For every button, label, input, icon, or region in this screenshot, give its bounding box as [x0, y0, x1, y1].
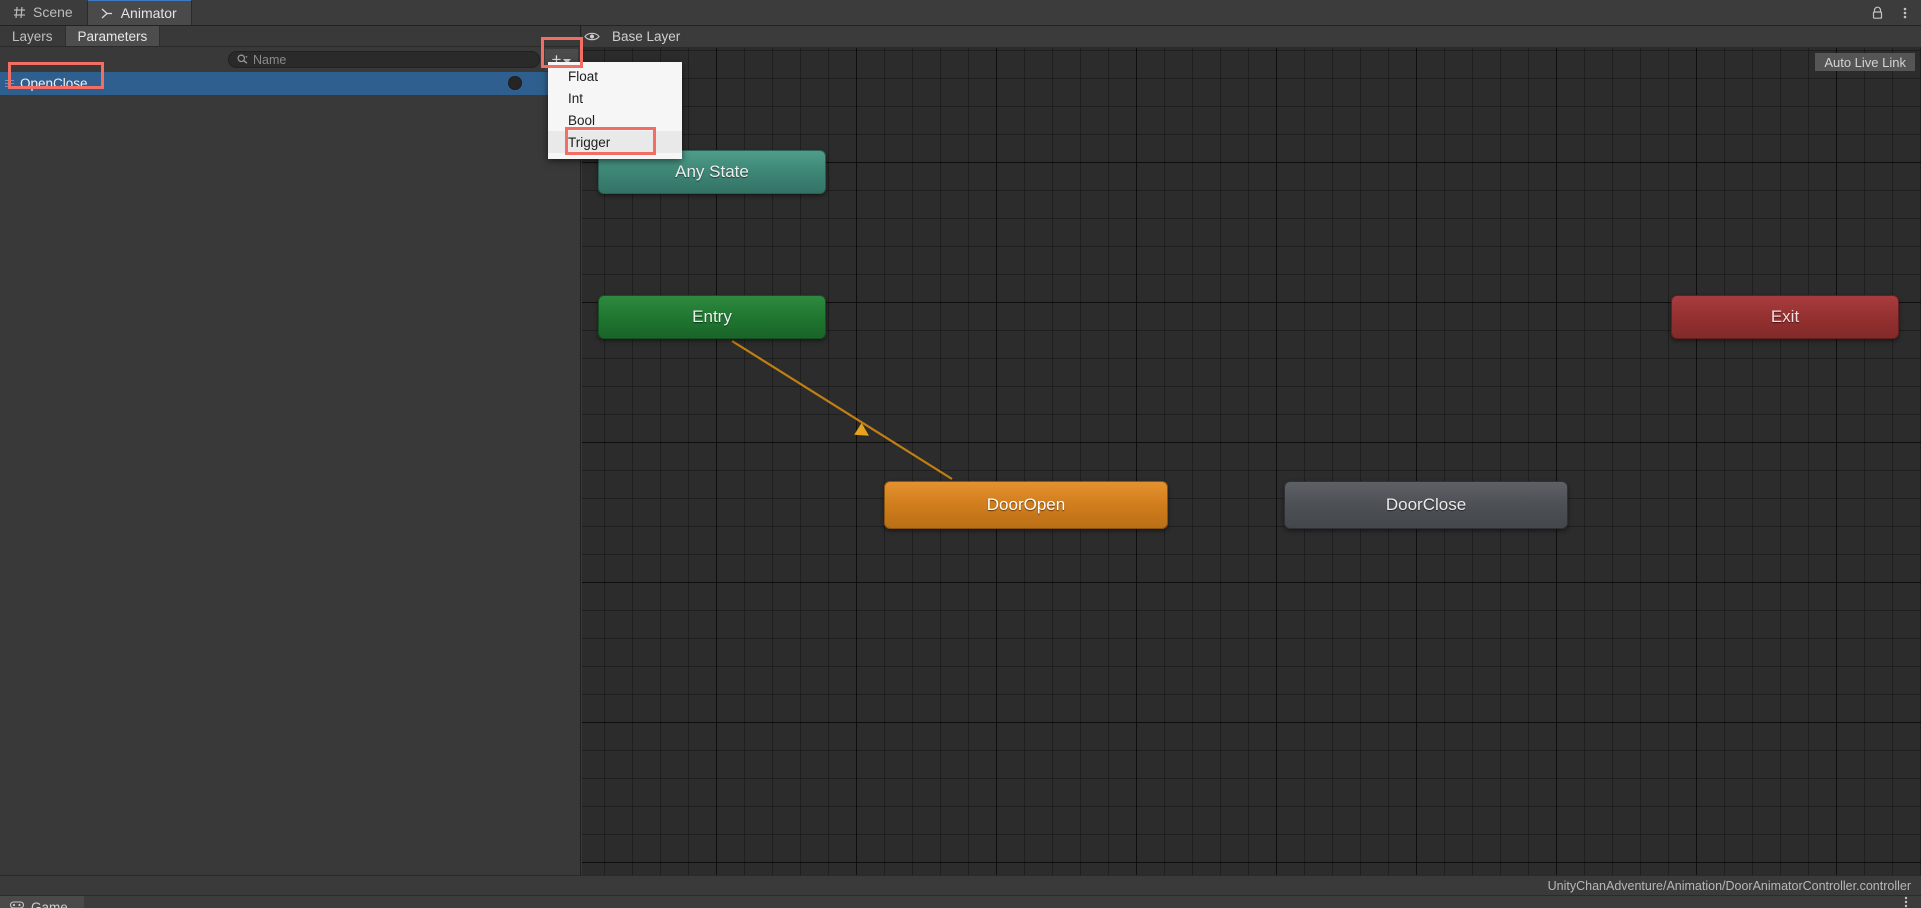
auto-live-link-button[interactable]: Auto Live Link: [1815, 53, 1915, 71]
tab-scene-label: Scene: [33, 4, 73, 20]
breadcrumb: Base Layer: [582, 26, 1921, 48]
state-node-door-open[interactable]: DoorOpen: [884, 481, 1168, 529]
parameters-panel: Layers Parameters Name + OpenClose: [0, 26, 581, 895]
game-icon: [10, 900, 25, 908]
animator-icon: [100, 6, 115, 21]
transition-arrow-icon: [854, 422, 869, 436]
animator-window: Scene Animator Layers Parameters Name + …: [0, 0, 1921, 908]
state-node-entry[interactable]: Entry: [598, 295, 826, 339]
window-controls: [1869, 0, 1913, 26]
trigger-toggle[interactable]: [508, 76, 522, 90]
state-node-exit-label: Exit: [1770, 307, 1800, 326]
breadcrumb-item-base-layer-label: Base Layer: [612, 29, 681, 44]
state-node-door-close[interactable]: DoorClose: [1284, 481, 1568, 529]
parameter-name-openclose[interactable]: OpenClose: [18, 76, 88, 91]
subtab-parameters[interactable]: Parameters: [65, 26, 161, 46]
menu-item-int-label: Int: [568, 90, 584, 106]
kebab-menu-icon[interactable]: [1897, 5, 1913, 21]
subtab-parameters-label: Parameters: [77, 28, 148, 44]
state-node-door-open-label: DoorOpen: [986, 495, 1066, 514]
lock-icon[interactable]: [1869, 5, 1885, 21]
state-node-any-state-label: Any State: [675, 162, 749, 181]
auto-live-link-label: Auto Live Link: [1824, 54, 1906, 70]
menu-item-trigger-label: Trigger: [568, 134, 611, 150]
window-tab-strip: Scene Animator: [0, 0, 1921, 26]
menu-item-float[interactable]: Float: [548, 65, 682, 87]
menu-item-bool-label: Bool: [568, 112, 596, 128]
tab-animator[interactable]: Animator: [86, 0, 192, 25]
tab-scene[interactable]: Scene: [0, 0, 87, 25]
parameter-type-menu: Float Int Bool Trigger: [548, 62, 682, 159]
tab-game-label: Game: [31, 899, 68, 908]
parameter-row-openclose[interactable]: OpenClose: [0, 72, 580, 95]
menu-item-float-label: Float: [568, 68, 599, 84]
drag-handle-icon[interactable]: [0, 72, 18, 95]
eye-icon[interactable]: [582, 31, 602, 42]
state-node-entry-label: Entry: [692, 307, 732, 326]
bottom-tab-strip: Game: [0, 895, 1921, 908]
search-input[interactable]: Name: [228, 51, 540, 68]
subtab-layers[interactable]: Layers: [0, 26, 66, 46]
state-node-door-close-label: DoorClose: [1385, 495, 1467, 514]
grid-icon: [12, 5, 27, 20]
animator-state-graph[interactable]: Any State Entry Exit DoorOpen DoorClose …: [582, 26, 1921, 895]
menu-item-int[interactable]: Int: [548, 87, 682, 109]
menu-item-trigger[interactable]: Trigger: [548, 131, 682, 153]
panel-subtab-strip: Layers Parameters: [0, 26, 580, 47]
parameter-toolbar: Name +: [0, 48, 580, 71]
search-input-placeholder: Name: [253, 52, 287, 67]
transition-entry-to-dooropen[interactable]: [731, 340, 953, 480]
menu-item-bool[interactable]: Bool: [548, 109, 682, 131]
state-node-exit[interactable]: Exit: [1671, 295, 1899, 339]
breadcrumb-item-base-layer[interactable]: Base Layer: [602, 26, 690, 48]
search-icon: [237, 54, 248, 65]
tab-game[interactable]: Game: [0, 896, 84, 908]
bottom-kebab-menu-icon[interactable]: [1899, 895, 1913, 908]
subtab-layers-label: Layers: [12, 28, 53, 44]
tab-animator-label: Animator: [120, 5, 177, 21]
